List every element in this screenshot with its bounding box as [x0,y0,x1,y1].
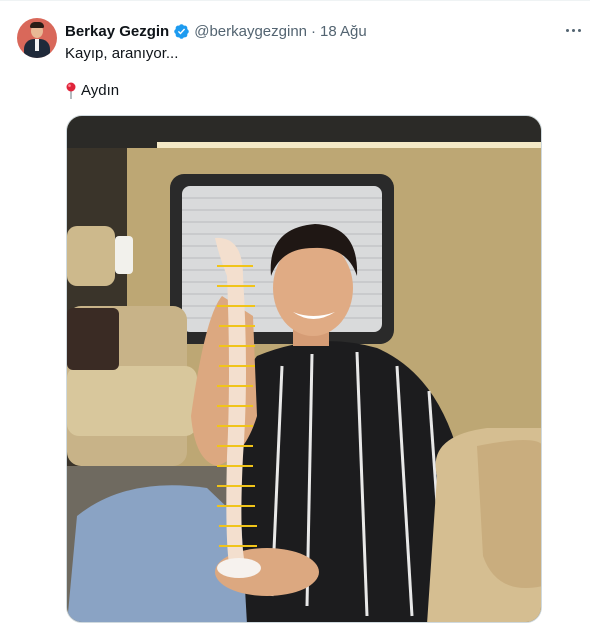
more-dot [571,28,575,32]
verified-badge-icon[interactable] [173,23,190,40]
author-handle[interactable]: @berkaygezginn [194,23,307,40]
avatar[interactable] [17,18,57,58]
avatar-shirt [35,39,39,51]
separator-dot: · [311,22,317,40]
photo-seat-back [67,226,115,286]
timestamp[interactable]: 18 Ağu [320,23,367,40]
avatar-hair [30,22,44,28]
more-options-icon[interactable] [561,21,585,39]
more-dot [577,28,581,32]
tweet-photo[interactable] [66,115,542,623]
tweet-text: Kayıp, aranıyor... [65,45,179,62]
photo-light-strip [157,142,541,148]
photo-bag [67,308,119,370]
photo-content [67,116,541,622]
tweet-location: Aydın [65,81,119,101]
location-label: Aydın [81,82,120,99]
tweet[interactable]: Berkay Gezgin @berkaygezginn · 18 Ağu Ka… [0,0,590,633]
author-name[interactable]: Berkay Gezgin [65,23,169,40]
photo-seat-cushion [67,366,197,436]
photo-cup [115,236,133,274]
round-pushpin-icon [66,82,76,99]
tweet-header: Berkay Gezgin @berkaygezginn · 18 Ağu [65,21,367,41]
more-dot [565,28,569,32]
